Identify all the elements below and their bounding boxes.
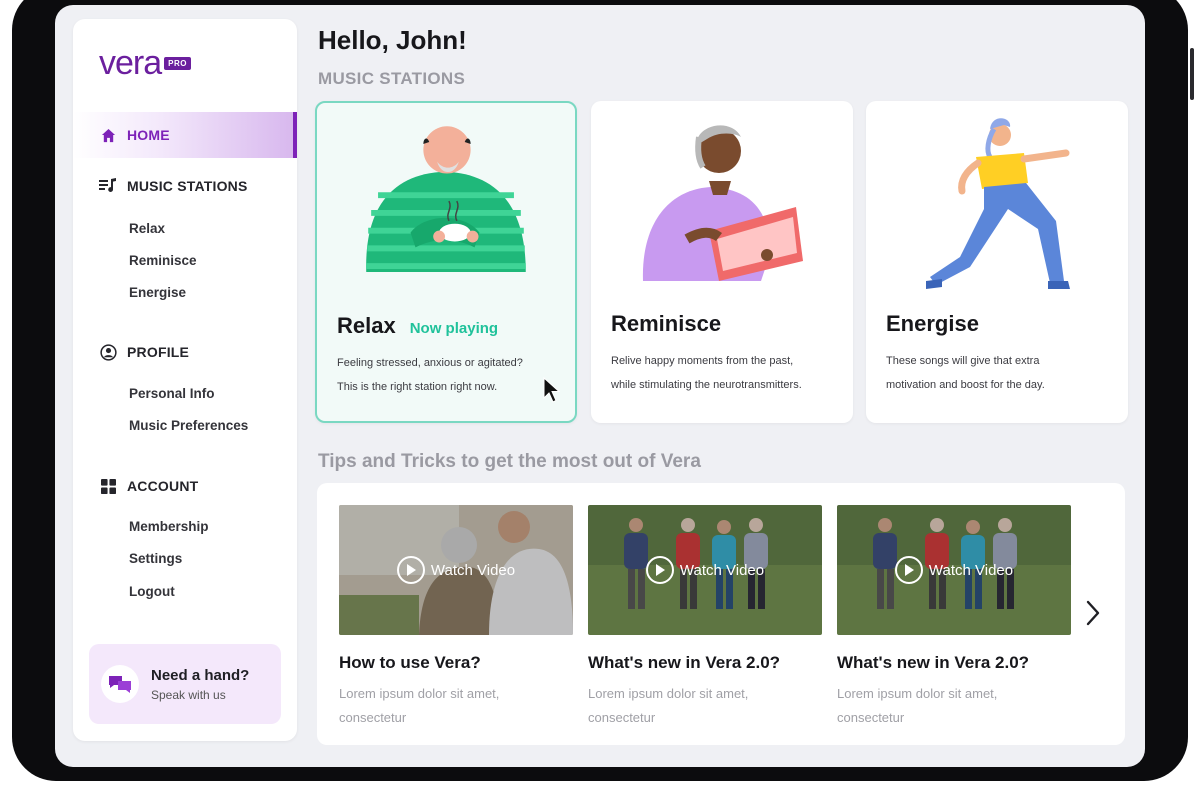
play-icon bbox=[894, 556, 923, 584]
video-title[interactable]: How to use Vera? bbox=[339, 653, 481, 673]
station-desc-line: These songs will give that extra bbox=[886, 355, 1040, 367]
station-name: Energise bbox=[886, 311, 979, 336]
sidebar-item-label: MUSIC STATIONS bbox=[127, 178, 248, 194]
sidebar-item-membership[interactable]: Membership bbox=[129, 519, 209, 534]
energise-illustration bbox=[926, 118, 1070, 289]
profile-icon bbox=[99, 343, 117, 361]
sidebar-item-settings[interactable]: Settings bbox=[129, 551, 182, 566]
station-name: Relax bbox=[337, 313, 396, 338]
station-desc-line: motivation and boost for the day. bbox=[886, 379, 1045, 391]
sidebar-item-music-preferences[interactable]: Music Preferences bbox=[129, 418, 248, 433]
station-card-relax[interactable]: Relax Now playing Feeling stressed, anxi… bbox=[315, 101, 577, 423]
station-card-energise[interactable]: Energise These songs will give that extr… bbox=[866, 101, 1128, 423]
grid-icon bbox=[99, 477, 117, 495]
app-screen: vera PRO HOME MUSIC STATIONS Relax Remin… bbox=[55, 5, 1145, 767]
next-button[interactable] bbox=[1081, 593, 1105, 633]
station-desc-line: Feeling stressed, anxious or agitated? bbox=[337, 357, 523, 369]
video-thumbnail[interactable]: Watch Video bbox=[339, 505, 573, 635]
now-playing-badge: Now playing bbox=[409, 320, 499, 337]
video-desc-line: Lorem ipsum dolor sit amet, bbox=[588, 686, 749, 701]
play-icon bbox=[396, 556, 425, 584]
sidebar-item-home[interactable]: HOME bbox=[73, 112, 297, 158]
help-subtitle: Speak with us bbox=[151, 687, 226, 702]
tablet-button bbox=[1190, 48, 1194, 100]
video-thumbnail[interactable]: Watch Video bbox=[837, 505, 1071, 635]
help-card[interactable]: Need a hand? Speak with us bbox=[89, 644, 281, 724]
music-note-icon bbox=[99, 177, 117, 195]
station-name: Reminisce bbox=[611, 311, 722, 336]
tips-heading: Tips and Tricks to get the most out of V… bbox=[318, 451, 701, 472]
music-stations-heading: MUSIC STATIONS bbox=[318, 69, 466, 88]
relax-illustration bbox=[366, 126, 526, 273]
station-card-reminisce[interactable]: Reminisce Relive happy moments from the … bbox=[591, 101, 853, 423]
video-desc-line: consectetur bbox=[588, 710, 656, 725]
video-thumbnail[interactable]: Watch Video bbox=[588, 505, 822, 635]
sidebar: vera PRO HOME MUSIC STATIONS Relax Remin… bbox=[73, 19, 297, 741]
watch-video-label: Watch Video bbox=[928, 561, 1014, 579]
sidebar-item-personal-info[interactable]: Personal Info bbox=[129, 386, 215, 401]
chat-bubbles-icon bbox=[101, 665, 139, 703]
sidebar-item-label: PROFILE bbox=[127, 344, 190, 360]
sidebar-item-music-stations[interactable]: MUSIC STATIONS bbox=[99, 177, 248, 195]
sidebar-item-logout[interactable]: Logout bbox=[129, 584, 175, 599]
video-title[interactable]: What's new in Vera 2.0? bbox=[588, 653, 780, 673]
sidebar-item-profile[interactable]: PROFILE bbox=[99, 343, 189, 361]
help-title: Need a hand? bbox=[151, 666, 250, 684]
sidebar-item-label: HOME bbox=[127, 127, 170, 143]
sidebar-item-reminisce[interactable]: Reminisce bbox=[129, 253, 197, 268]
play-icon bbox=[645, 556, 674, 584]
chevron-right-icon bbox=[1086, 600, 1100, 626]
logo-text: vera bbox=[99, 44, 162, 82]
video-desc-line: Lorem ipsum dolor sit amet, bbox=[837, 686, 998, 701]
station-desc-line: while stimulating the neurotransmitters. bbox=[611, 379, 802, 391]
logo-badge: PRO bbox=[164, 57, 191, 70]
sidebar-item-energise[interactable]: Energise bbox=[129, 285, 186, 300]
watch-video-label: Watch Video bbox=[679, 561, 765, 579]
vera-logo[interactable]: vera PRO bbox=[99, 45, 191, 81]
sidebar-item-label: ACCOUNT bbox=[127, 478, 199, 494]
cursor-icon bbox=[543, 377, 561, 403]
tips-panel: Watch Video How to use Vera? Lorem ipsum… bbox=[317, 483, 1125, 745]
sidebar-item-account[interactable]: ACCOUNT bbox=[99, 477, 198, 495]
video-title[interactable]: What's new in Vera 2.0? bbox=[837, 653, 1029, 673]
watch-video-label: Watch Video bbox=[430, 561, 516, 579]
video-desc-line: consectetur bbox=[339, 710, 407, 725]
sidebar-item-relax[interactable]: Relax bbox=[129, 221, 165, 236]
page-title: Hello, John! bbox=[318, 25, 467, 55]
station-desc-line: Relive happy moments from the past, bbox=[611, 355, 794, 367]
reminisce-illustration bbox=[642, 125, 803, 281]
home-icon bbox=[99, 126, 117, 144]
video-desc-line: consectetur bbox=[837, 710, 905, 725]
video-desc-line: Lorem ipsum dolor sit amet, bbox=[339, 686, 500, 701]
station-desc-line: This is the right station right now. bbox=[337, 381, 498, 393]
